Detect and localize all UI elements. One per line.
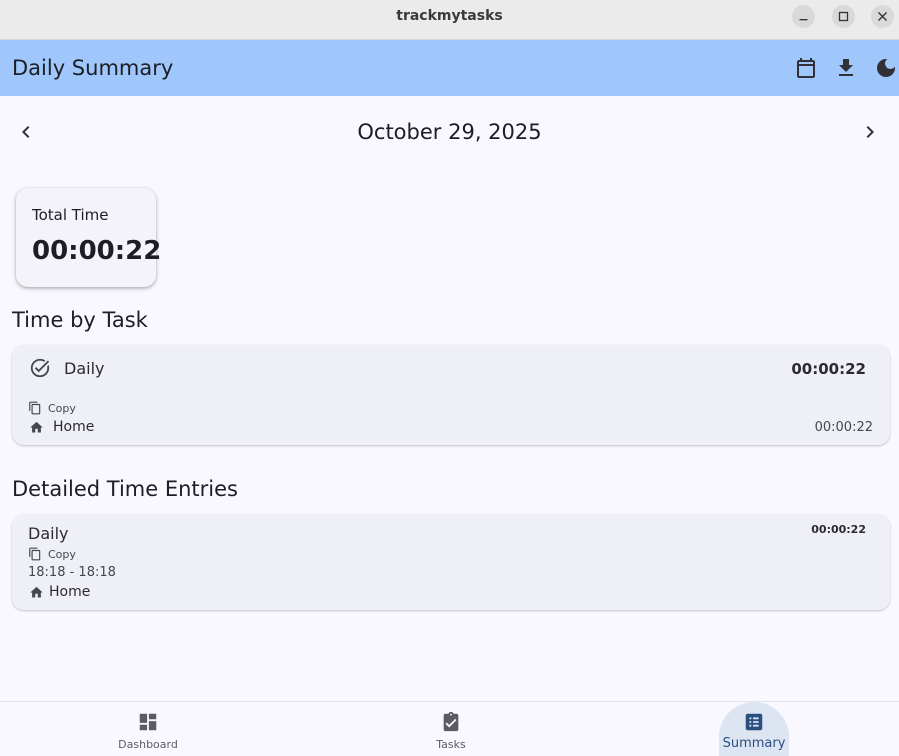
entry-duration: 00:00:22 [811,523,866,536]
nav-label-dashboard: Dashboard [118,738,178,751]
task-icon [440,711,462,733]
chevron-right-icon [866,126,874,138]
category-time: 00:00:22 [814,420,873,435]
dark-mode-button[interactable] [874,56,898,80]
next-day-button[interactable] [858,120,882,144]
task-summary-card[interactable]: Daily 00:00:22 Copy Home 00:00:22 [12,345,890,445]
download-icon [839,59,853,76]
entry-copy-button[interactable]: Copy [28,547,76,561]
entry-task-name: Daily [28,524,69,543]
detailed-entries-heading: Detailed Time Entries [12,477,238,501]
total-time-value: 00:00:22 [32,236,162,266]
nav-label-tasks: Tasks [436,738,466,751]
download-button[interactable] [834,56,858,80]
window-title: trackmytasks [396,8,503,24]
home-icon [30,586,43,597]
total-time-label: Total Time [32,206,109,224]
maximize-icon [838,11,849,22]
copy-label: Copy [48,547,76,561]
nav-item-dashboard[interactable]: Dashboard [73,702,223,756]
task-total-time: 00:00:22 [791,360,866,378]
close-icon [878,12,887,21]
copy-icon [29,547,41,561]
close-button[interactable] [871,5,894,28]
calendar-button[interactable] [794,56,818,80]
nav-label-summary: Summary [722,736,786,751]
calendar-icon [797,58,815,78]
app-bar: Daily Summary [0,40,899,96]
nav-item-summary[interactable]: Summary [679,702,829,756]
entry-time-range: 18:18 - 18:18 [28,565,116,580]
dark-mode-icon [877,59,895,77]
task-name: Daily [64,359,105,378]
copy-icon [29,401,41,415]
check-circle-icon [29,357,51,379]
copy-button[interactable]: Copy [28,401,76,415]
category-label: Home [49,584,91,600]
selected-date: October 29, 2025 [357,120,542,144]
total-time-card: Total Time 00:00:22 [16,188,161,287]
maximize-button[interactable] [832,5,855,28]
task-category: Home [29,419,94,435]
category-label: Home [53,419,95,435]
time-entry-card[interactable]: Daily 00:00:22 Copy 18:18 - 18:18 Home [12,514,890,610]
minimize-button[interactable] [792,5,815,28]
page-title: Daily Summary [12,56,174,80]
minimize-icon [799,19,808,21]
nav-item-tasks[interactable]: Tasks [376,702,526,756]
window-titlebar: trackmytasks [0,0,899,40]
home-icon [30,421,43,432]
bottom-navigation: Dashboard Tasks Summary [0,701,899,756]
summary-icon [743,711,765,733]
time-by-task-heading: Time by Task [12,308,148,332]
dashboard-icon [137,711,159,733]
copy-label: Copy [48,401,76,415]
entry-category: Home [29,584,90,600]
